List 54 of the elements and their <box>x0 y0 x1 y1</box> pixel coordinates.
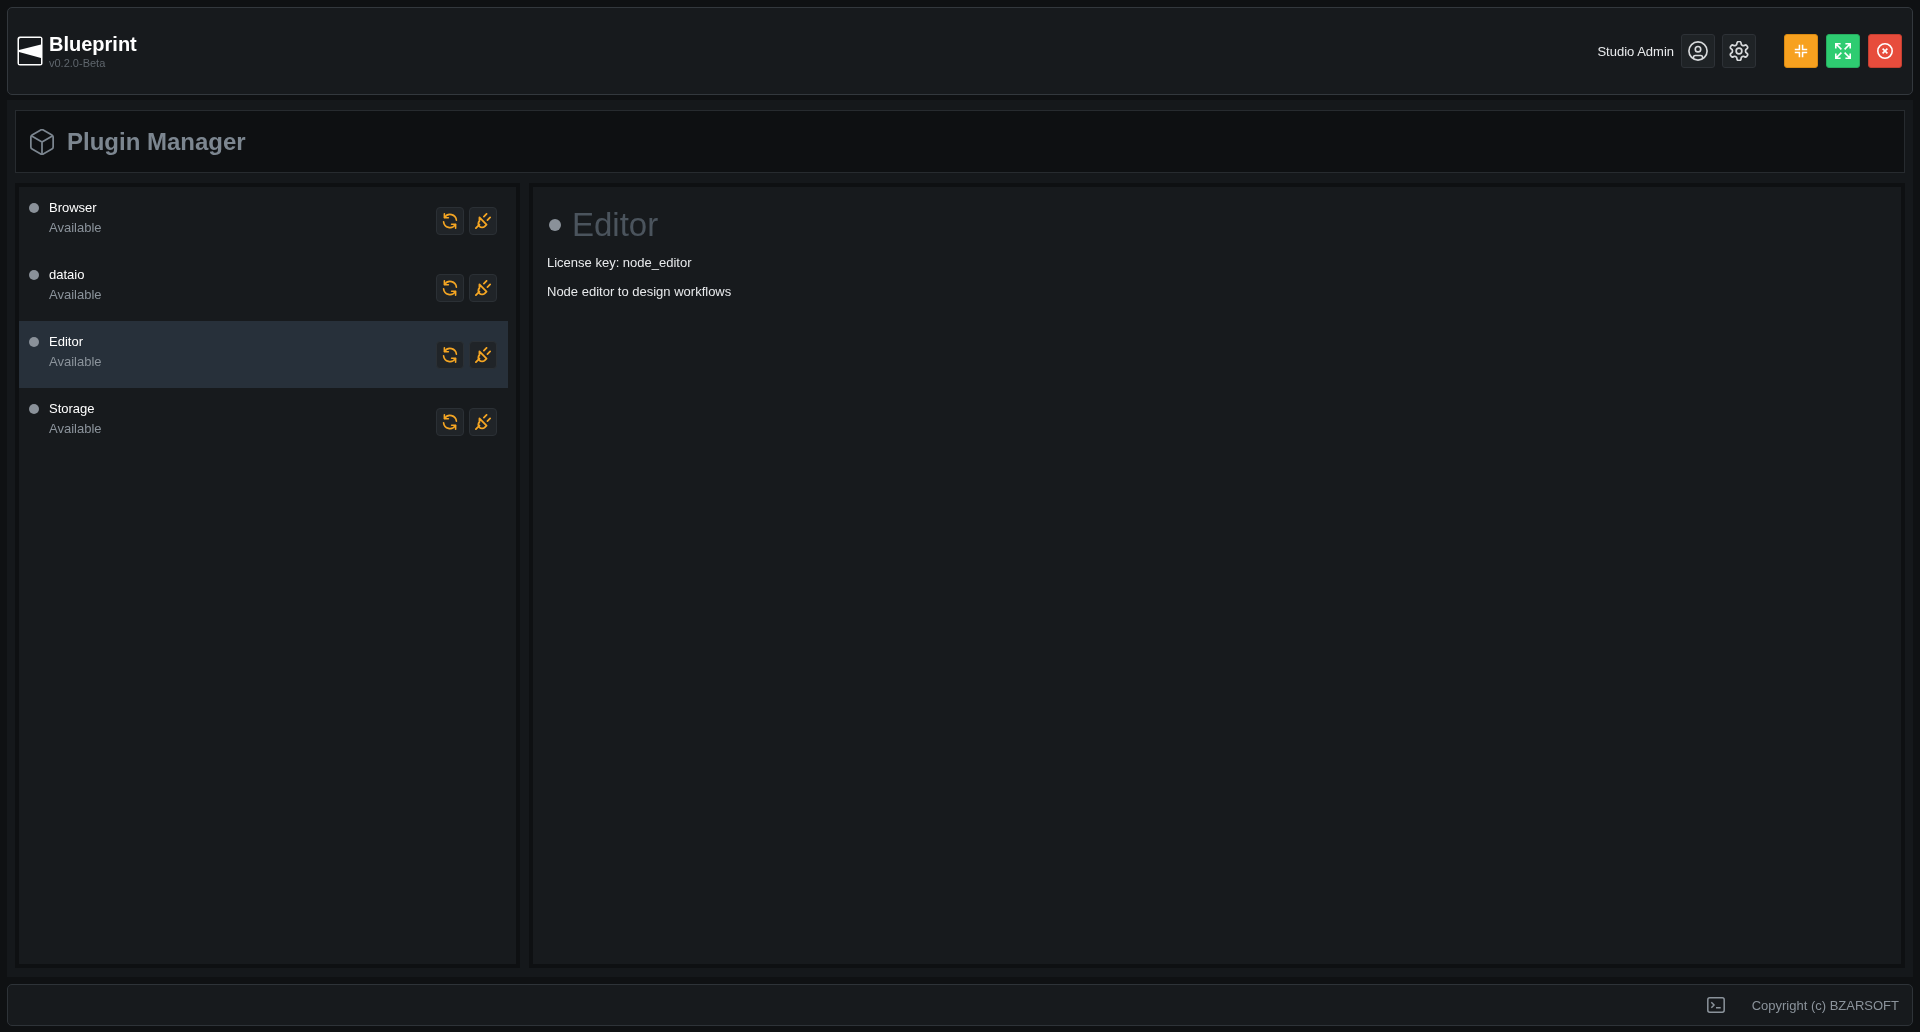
minimize-button[interactable] <box>1784 34 1818 68</box>
profile-button[interactable] <box>1681 34 1715 68</box>
plugin-name: Storage <box>49 400 96 418</box>
settings-button[interactable] <box>1722 34 1756 68</box>
plugin-status: Available <box>49 420 102 438</box>
refresh-icon <box>442 346 458 363</box>
plugin-detail-title: Editor <box>572 205 659 245</box>
connect-button[interactable] <box>469 273 497 302</box>
plugin-name: Browser <box>49 199 98 217</box>
app-title: Blueprint <box>49 32 137 56</box>
plug-icon <box>475 212 491 229</box>
connect-button[interactable] <box>469 206 497 235</box>
collapse-icon <box>1794 44 1808 58</box>
plugin-name: Editor <box>49 333 84 351</box>
plugin-list-item[interactable]: dataio Available <box>19 254 508 321</box>
maximize-button[interactable] <box>1826 34 1860 68</box>
plugin-list-item[interactable]: Editor Available <box>19 321 508 388</box>
reload-button[interactable] <box>436 206 464 235</box>
status-dot-icon <box>549 219 561 231</box>
plug-icon <box>475 346 491 363</box>
refresh-icon <box>442 212 458 229</box>
plug-icon <box>475 279 491 296</box>
status-dot-icon <box>29 337 39 347</box>
terminal-icon[interactable] <box>1706 997 1725 1013</box>
reload-button[interactable] <box>436 273 464 302</box>
close-icon <box>1877 43 1893 59</box>
logo-icon <box>17 36 43 66</box>
reload-button[interactable] <box>436 407 464 436</box>
plugin-list-item[interactable]: Browser Available <box>19 187 508 254</box>
user-name: Studio Admin <box>1597 43 1674 59</box>
plug-icon <box>475 413 491 430</box>
status-dot-icon <box>29 270 39 280</box>
user-icon <box>1688 41 1708 61</box>
settings-icon <box>1729 41 1749 61</box>
cube-icon <box>29 128 55 155</box>
connect-button[interactable] <box>469 407 497 436</box>
plugin-status: Available <box>49 286 102 304</box>
plugin-name: dataio <box>49 266 86 284</box>
connect-button[interactable] <box>469 340 497 369</box>
status-dot-icon <box>29 404 39 414</box>
plugin-status: Available <box>49 353 102 371</box>
close-button[interactable] <box>1868 34 1902 68</box>
refresh-icon <box>442 413 458 430</box>
plugin-list-item[interactable]: Storage Available <box>19 388 508 455</box>
page-title: Plugin Manager <box>67 127 246 156</box>
version-label: v0.2.0-Beta <box>49 56 107 70</box>
refresh-icon <box>442 279 458 296</box>
reload-button[interactable] <box>436 340 464 369</box>
license-key-text: License key: node_editor <box>547 254 693 272</box>
plugin-status: Available <box>49 219 102 237</box>
expand-icon <box>1835 43 1851 59</box>
status-dot-icon <box>29 203 39 213</box>
copyright-text: Copyright (c) BZARSOFT <box>1751 997 1899 1013</box>
plugin-description: Node editor to design workflows <box>547 283 733 301</box>
